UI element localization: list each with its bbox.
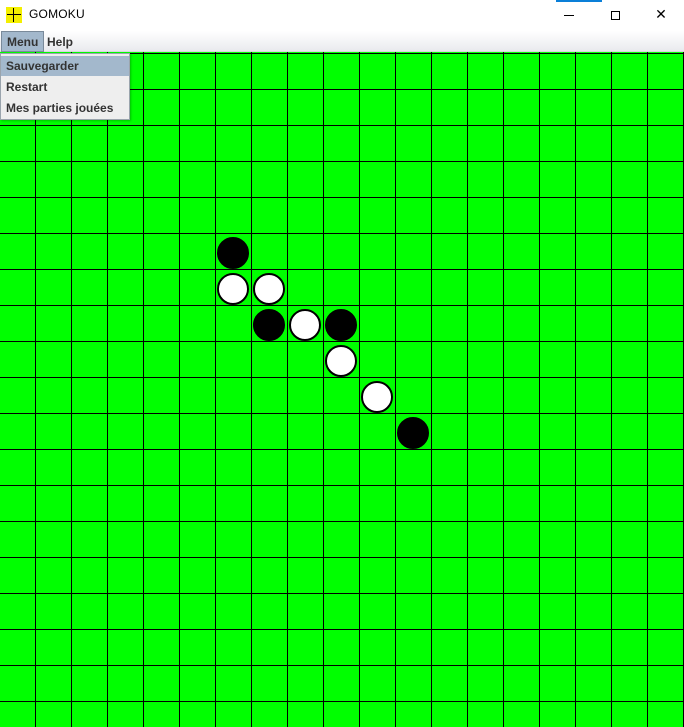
white-stone [325,345,357,377]
grid-line-horizontal [0,449,684,450]
black-stone [325,309,357,341]
window-title: GOMOKU [29,7,85,21]
grid-line-horizontal [0,305,684,306]
close-icon: ✕ [655,7,667,23]
white-stone [217,273,249,305]
grid-line-horizontal [0,233,684,234]
maximize-icon [610,10,620,20]
grid-line-vertical [251,52,252,727]
minimize-icon [564,14,574,16]
grid-line-vertical [323,52,324,727]
grid-line-horizontal [0,593,684,594]
grid-line-vertical [503,52,504,727]
grid-line-horizontal [0,701,684,702]
black-stone [253,309,285,341]
gomoku-board[interactable] [0,52,684,727]
title-bar: GOMOKU ✕ [0,0,684,31]
grid-line-horizontal [0,269,684,270]
menu-dropdown: Sauvegarder Restart Mes parties jouées [0,53,130,120]
black-stone [217,237,249,269]
close-button[interactable]: ✕ [638,0,684,30]
grid-line-horizontal [0,377,684,378]
grid-line-vertical [647,52,648,727]
grid-line-vertical [287,52,288,727]
grid-line-horizontal [0,557,684,558]
menu-item-mes-parties-jouees[interactable]: Mes parties jouées [1,98,129,118]
grid-line-horizontal [0,629,684,630]
grid-line-vertical [395,52,396,727]
grid-line-horizontal [0,485,684,486]
menu-item-restart[interactable]: Restart [1,77,129,97]
grid-line-vertical [359,52,360,727]
grid-line-vertical [215,52,216,727]
menu-item-sauvegarder[interactable]: Sauvegarder [1,56,129,76]
menu-menu[interactable]: Menu [1,31,45,52]
grid-line-vertical [431,52,432,727]
grid-line-vertical [71,52,72,727]
grid-line-vertical [575,52,576,727]
grid-line-horizontal [0,665,684,666]
grid-line-vertical [143,52,144,727]
grid-line-vertical [179,52,180,727]
minimize-button[interactable] [546,0,592,30]
white-stone [253,273,285,305]
grid-line-horizontal [0,161,684,162]
grid-line-horizontal [0,125,684,126]
menu-help[interactable]: Help [42,32,78,52]
white-stone [289,309,321,341]
white-stone [361,381,393,413]
grid-line-vertical [107,52,108,727]
maximize-button[interactable] [592,0,638,30]
grid-line-horizontal [0,341,684,342]
grid-line-horizontal [0,197,684,198]
grid-line-vertical [35,52,36,727]
grid-line-horizontal [0,521,684,522]
black-stone [397,417,429,449]
grid-line-vertical [467,52,468,727]
grid-line-horizontal [0,413,684,414]
app-icon [6,7,22,23]
grid-line-vertical [539,52,540,727]
menu-bar: Menu Help [0,31,684,52]
grid-line-vertical [611,52,612,727]
